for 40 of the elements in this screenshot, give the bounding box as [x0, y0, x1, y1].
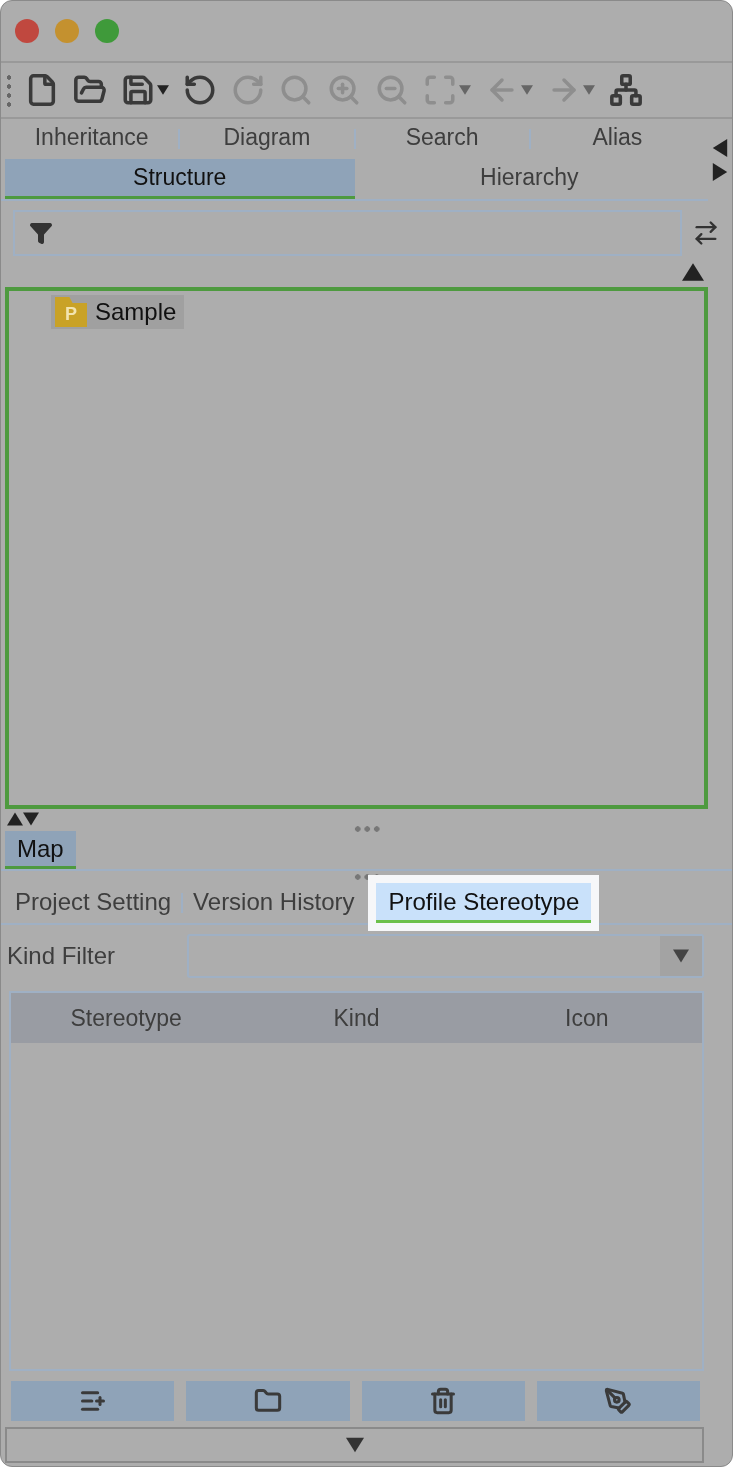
trash-icon: [429, 1387, 458, 1415]
expand-up-icon[interactable]: [7, 811, 23, 827]
trash-button[interactable]: [361, 1381, 525, 1421]
column-header[interactable]: Kind: [241, 993, 472, 1043]
add-list-button[interactable]: [11, 1381, 175, 1421]
dropdown-caret-icon[interactable]: [157, 84, 169, 96]
splitter-handle[interactable]: [352, 826, 381, 832]
chevron-down-icon[interactable]: [345, 1436, 364, 1454]
dropdown-caret-icon[interactable]: [673, 948, 689, 964]
tab[interactable]: Diagram: [180, 119, 354, 159]
pen-icon: [604, 1387, 633, 1415]
tab[interactable]: Alias: [530, 119, 704, 159]
tree-label: Sample: [95, 298, 177, 326]
tab[interactable]: Structure: [5, 159, 355, 199]
toolbar-grip[interactable]: [7, 73, 11, 107]
folder-icon: [253, 1387, 282, 1415]
filter-field[interactable]: [13, 210, 682, 256]
column-header[interactable]: Icon: [471, 993, 702, 1043]
tab[interactable]: Hierarchy: [354, 159, 704, 199]
layout-icon[interactable]: [609, 73, 643, 107]
scroll-right-icon[interactable]: [711, 163, 729, 181]
collapse-up-icon[interactable]: [682, 261, 704, 283]
tree-item[interactable]: P Sample: [51, 295, 185, 329]
filter-icon: [29, 221, 53, 245]
tab[interactable]: Map: [5, 831, 76, 869]
zoom-button[interactable]: [95, 19, 119, 43]
folder-button[interactable]: [186, 1381, 350, 1421]
field-label: Kind Filter: [7, 942, 117, 970]
tab[interactable]: Project Setting: [5, 883, 182, 923]
expand-down-icon[interactable]: [23, 811, 39, 827]
undo-icon[interactable]: [183, 73, 217, 107]
tab[interactable]: Version History: [183, 883, 365, 923]
pen-button[interactable]: [536, 1381, 700, 1421]
save-icon[interactable]: [121, 73, 155, 107]
column-header[interactable]: Stereotype: [11, 993, 242, 1043]
package-icon: P: [55, 297, 87, 327]
tab[interactable]: Inheritance: [5, 119, 179, 159]
close-button[interactable]: [15, 19, 39, 43]
scroll-left-icon[interactable]: [711, 139, 729, 157]
tab[interactable]: Search: [355, 119, 529, 159]
